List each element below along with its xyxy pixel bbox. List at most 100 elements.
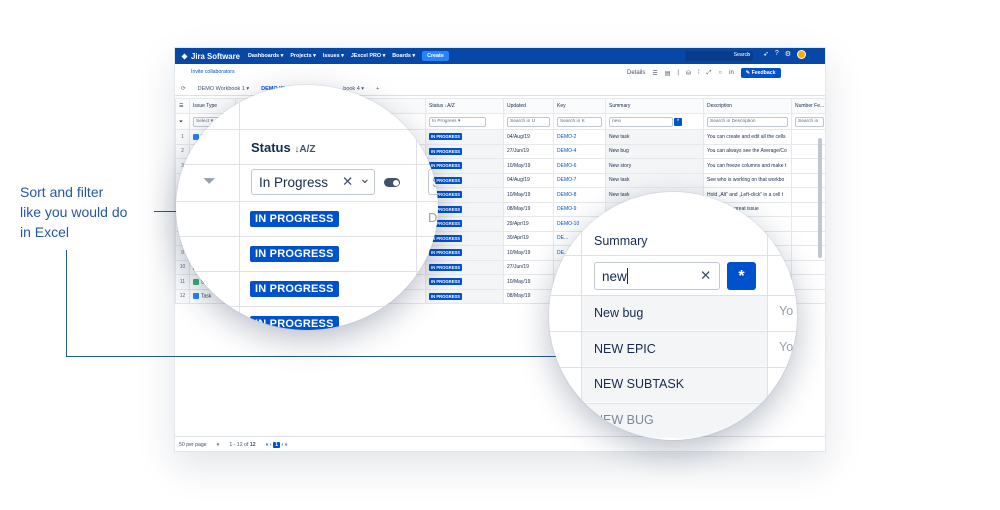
summary-cell[interactable]: New task	[605, 172, 704, 188]
nav-search-input[interactable]: Search ⌕	[685, 51, 753, 61]
nav-projects[interactable]: Projects ▾	[290, 53, 315, 59]
summary-cell[interactable]: New bug	[605, 143, 704, 159]
row-menu-icon[interactable]: ☰	[175, 98, 190, 114]
status-cell[interactable]: IN PROGRESS	[425, 230, 504, 246]
status-cell[interactable]: IN PROGRESS	[425, 259, 504, 275]
key-cell[interactable]: DEMO-4	[553, 143, 606, 159]
key-cell[interactable]: DEMO-8	[553, 187, 606, 203]
chevron-down-icon[interactable]: ▾	[217, 442, 220, 448]
add-tab-button[interactable]: +	[376, 86, 379, 92]
updated-cell[interactable]: 30/Apr/19	[503, 230, 554, 246]
close-icon[interactable]: ✕	[700, 268, 711, 284]
refresh-icon[interactable]: ⟳	[181, 86, 186, 92]
chevron-down-icon[interactable]: ⌄	[359, 170, 371, 187]
summary-item[interactable]: NEW EPIC	[594, 342, 656, 356]
updated-cell[interactable]: 10/May/19	[503, 274, 554, 290]
feedback-button[interactable]: ✎ Feedback	[740, 68, 781, 78]
expand-icon[interactable]: ⤢	[707, 70, 712, 77]
status-header[interactable]: Status ↓A/Z	[251, 140, 315, 155]
columns-icon[interactable]: ☰	[652, 70, 657, 77]
updated-cell[interactable]: 10/May/19	[503, 245, 554, 261]
description-cell[interactable]: You can freeze columns and make t	[703, 158, 792, 174]
pager-next[interactable]: › »	[281, 442, 287, 448]
key-cell[interactable]: DEMO-7	[553, 172, 606, 188]
close-icon[interactable]: ✕	[342, 174, 353, 190]
status-cell[interactable]: IN PROGRESS	[425, 129, 504, 145]
summary-search-input[interactable]: new ✕	[594, 262, 720, 290]
rocket-icon[interactable]: ➶	[763, 50, 769, 59]
freeze-icon[interactable]: ⁞	[698, 70, 700, 76]
summary-regex-button[interactable]: *	[674, 117, 683, 126]
pager-prev[interactable]: « ‹	[266, 442, 272, 448]
jira-logo[interactable]: Jira Software	[181, 52, 240, 61]
description-cell[interactable]: You can always see the Average/Co	[703, 143, 792, 159]
updated-cell[interactable]: 08/May/19	[503, 201, 554, 217]
nav-jexcel[interactable]: JExcel PRO ▾	[351, 53, 385, 59]
number-cell[interactable]	[791, 288, 825, 304]
database-icon[interactable]: ⛁	[686, 70, 691, 77]
chart-icon[interactable]: ▤	[665, 70, 671, 77]
updated-cell[interactable]: 10/May/19	[503, 158, 554, 174]
summary-filter[interactable]: new	[609, 116, 673, 127]
summary-item[interactable]: NEW BUG	[594, 413, 654, 427]
row-number[interactable]: 12	[175, 288, 190, 304]
status-filter[interactable]: In Progress ▾	[429, 116, 486, 127]
status-filter-toggle[interactable]	[384, 178, 400, 187]
col-status[interactable]: Status ↓A/Z	[425, 98, 504, 114]
updated-cell[interactable]: 04/Aug/19	[503, 129, 554, 145]
updated-cell[interactable]: 27/Jun/19	[503, 259, 554, 275]
key-filter[interactable]: Search in K	[557, 116, 602, 127]
row-number[interactable]: 11	[175, 274, 190, 290]
summary-header[interactable]: Summary	[594, 234, 647, 248]
summary-item[interactable]: NEW SUBTASK	[594, 377, 684, 391]
col-description[interactable]: Description	[703, 98, 792, 114]
filter-icon[interactable]: ⏷	[203, 173, 216, 191]
pager-current[interactable]: 1	[273, 441, 280, 448]
description-filter[interactable]: Search in Description	[707, 116, 788, 127]
sort-az-icon[interactable]: ↓A/Z	[294, 144, 315, 155]
vertical-scrollbar[interactable]	[818, 138, 822, 258]
user-avatar[interactable]	[797, 50, 807, 59]
updated-cell[interactable]: 10/May/19	[503, 187, 554, 203]
row-number[interactable]: 1	[175, 129, 190, 145]
key-cell[interactable]: DEMO-6	[553, 158, 606, 174]
description-cell[interactable]: See who is working on that workbo	[703, 172, 792, 188]
row-number[interactable]: 10	[175, 259, 190, 275]
linkedin-icon[interactable]: in	[729, 70, 734, 76]
invite-collaborators-link[interactable]: Invite collaborators	[191, 69, 235, 75]
updated-cell[interactable]: 08/May/19	[503, 288, 554, 304]
col-key[interactable]: Key	[553, 98, 606, 114]
key-cell[interactable]: DEMO-9	[553, 201, 606, 217]
col-number[interactable]: Number Fe...	[791, 98, 825, 114]
regex-star-button[interactable]: *	[727, 262, 756, 290]
summary-item[interactable]: New bug	[594, 306, 643, 320]
filter-icon[interactable]: ⏷	[175, 113, 190, 130]
number-filter[interactable]: Search in	[795, 116, 824, 127]
number-cell[interactable]	[791, 259, 825, 275]
updated-cell[interactable]: 04/Aug/19	[503, 172, 554, 188]
circle-icon[interactable]: ○	[718, 70, 722, 76]
updated-cell[interactable]: 29/Apr/19	[503, 216, 554, 232]
status-filter-select[interactable]: In Progress ✕ ⌄	[251, 169, 375, 195]
status-cell[interactable]: IN PROGRESS	[425, 143, 504, 159]
per-page-select[interactable]: 50 per page	[179, 442, 207, 448]
settings-icon[interactable]: ⚙	[785, 50, 791, 59]
help-icon[interactable]: ?	[775, 50, 779, 59]
summary-cell[interactable]: New task	[605, 129, 704, 145]
status-cell[interactable]: IN PROGRESS	[425, 288, 504, 304]
key-cell[interactable]: DEMO-2	[553, 129, 606, 145]
details-link[interactable]: Details	[627, 70, 645, 76]
create-button[interactable]: Create	[422, 51, 449, 61]
nav-dashboards[interactable]: Dashboards ▾	[248, 53, 283, 59]
summary-cell[interactable]: New story	[605, 158, 704, 174]
updated-filter[interactable]: Search in U	[507, 116, 550, 127]
updated-cell[interactable]: 27/Jun/19	[503, 143, 554, 159]
nav-boards[interactable]: Boards ▾	[392, 53, 415, 59]
tab-workbook-1[interactable]: DEMO Workbook 1 ▾	[198, 86, 250, 92]
description-cell[interactable]: You can create and edit all the cells	[703, 129, 792, 145]
nav-issues[interactable]: Issues ▾	[323, 53, 344, 59]
col-updated[interactable]: Updated	[503, 98, 554, 114]
number-cell[interactable]	[791, 274, 825, 290]
status-cell[interactable]: IN PROGRESS	[425, 274, 504, 290]
col-summary[interactable]: Summary	[605, 98, 704, 114]
